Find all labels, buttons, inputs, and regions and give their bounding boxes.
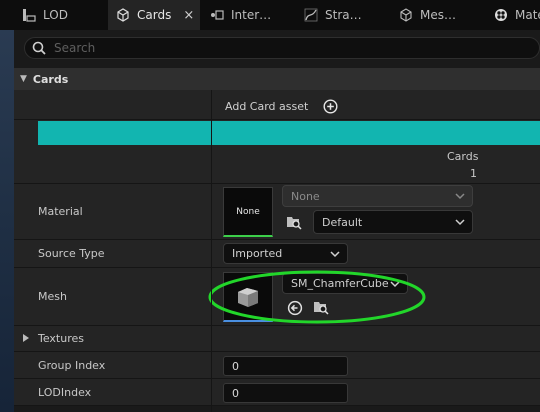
material-label: Material [38, 205, 83, 218]
chevron-down-icon [330, 250, 340, 257]
lod-icon [22, 8, 36, 22]
search-icon [32, 41, 46, 55]
close-icon[interactable]: × [183, 8, 194, 23]
group-index-value: 0 [232, 359, 239, 373]
card-entry-accent [38, 121, 540, 145]
tab-label: Mate [515, 8, 540, 22]
material-slot-combo[interactable]: None [282, 185, 473, 207]
source-type-value: Imported [232, 247, 283, 260]
add-card-label: Add Card asset [225, 100, 309, 113]
highlight-ellipse [208, 270, 426, 324]
lod-index-label: LODIndex [38, 386, 92, 399]
group-index-label: Group Index [38, 359, 106, 372]
tab-label: Inter… [231, 8, 272, 22]
tab-mesh[interactable]: Mes… [388, 0, 484, 30]
chevron-down-icon [455, 219, 465, 226]
add-card-asset-button[interactable]: Add Card asset [225, 99, 338, 114]
material-slot-value: None [291, 189, 320, 203]
search-bar[interactable] [24, 37, 540, 59]
tab-strands[interactable]: Stra… [296, 0, 388, 30]
mesh-label: Mesh [38, 290, 67, 303]
cards-count-value: 1 [470, 167, 477, 180]
mesh-icon [399, 8, 413, 22]
source-type-label: Source Type [38, 247, 105, 260]
material-thumbnail[interactable]: None [223, 187, 273, 237]
cards-count-header: Cards [447, 150, 479, 163]
lod-index-value: 0 [232, 386, 239, 400]
group-index-field[interactable]: 0 [223, 356, 348, 376]
chevron-down-icon [455, 193, 465, 200]
expand-arrow-icon[interactable] [22, 333, 30, 343]
tab-label: Mes… [420, 8, 456, 22]
tab-interpolation[interactable]: Inter… [200, 0, 296, 30]
cards-icon [116, 8, 130, 22]
tab-label: Cards [137, 8, 172, 22]
left-viewport-strip [0, 30, 14, 412]
browse-asset-icon[interactable] [286, 214, 302, 230]
lod-index-field[interactable]: 0 [223, 383, 348, 403]
cards-category-header[interactable]: ▼ Cards [14, 68, 540, 90]
tab-label: LOD [43, 8, 68, 22]
tab-label: Stra… [325, 8, 362, 22]
strands-icon [304, 8, 318, 22]
textures-label: Textures [38, 332, 84, 345]
material-icon [494, 8, 508, 22]
search-input[interactable] [52, 40, 506, 56]
material-thumbnail-text: None [236, 206, 260, 217]
add-plus-icon[interactable] [323, 99, 338, 114]
collapse-arrow-icon[interactable]: ▼ [20, 74, 27, 84]
column-divider[interactable] [211, 90, 212, 412]
source-type-combo[interactable]: Imported [223, 243, 348, 264]
material-value: Default [322, 215, 363, 229]
tab-bar: LOD Cards × Inter… Stra… Mes… Mate [0, 0, 540, 30]
textures-row[interactable] [14, 326, 540, 352]
tab-cards[interactable]: Cards × [108, 0, 200, 30]
material-combo[interactable]: Default [313, 210, 473, 234]
interpolation-icon [210, 8, 224, 22]
category-title: Cards [32, 72, 69, 86]
tab-lod[interactable]: LOD [0, 0, 108, 30]
tab-material[interactable]: Mate [484, 0, 540, 30]
